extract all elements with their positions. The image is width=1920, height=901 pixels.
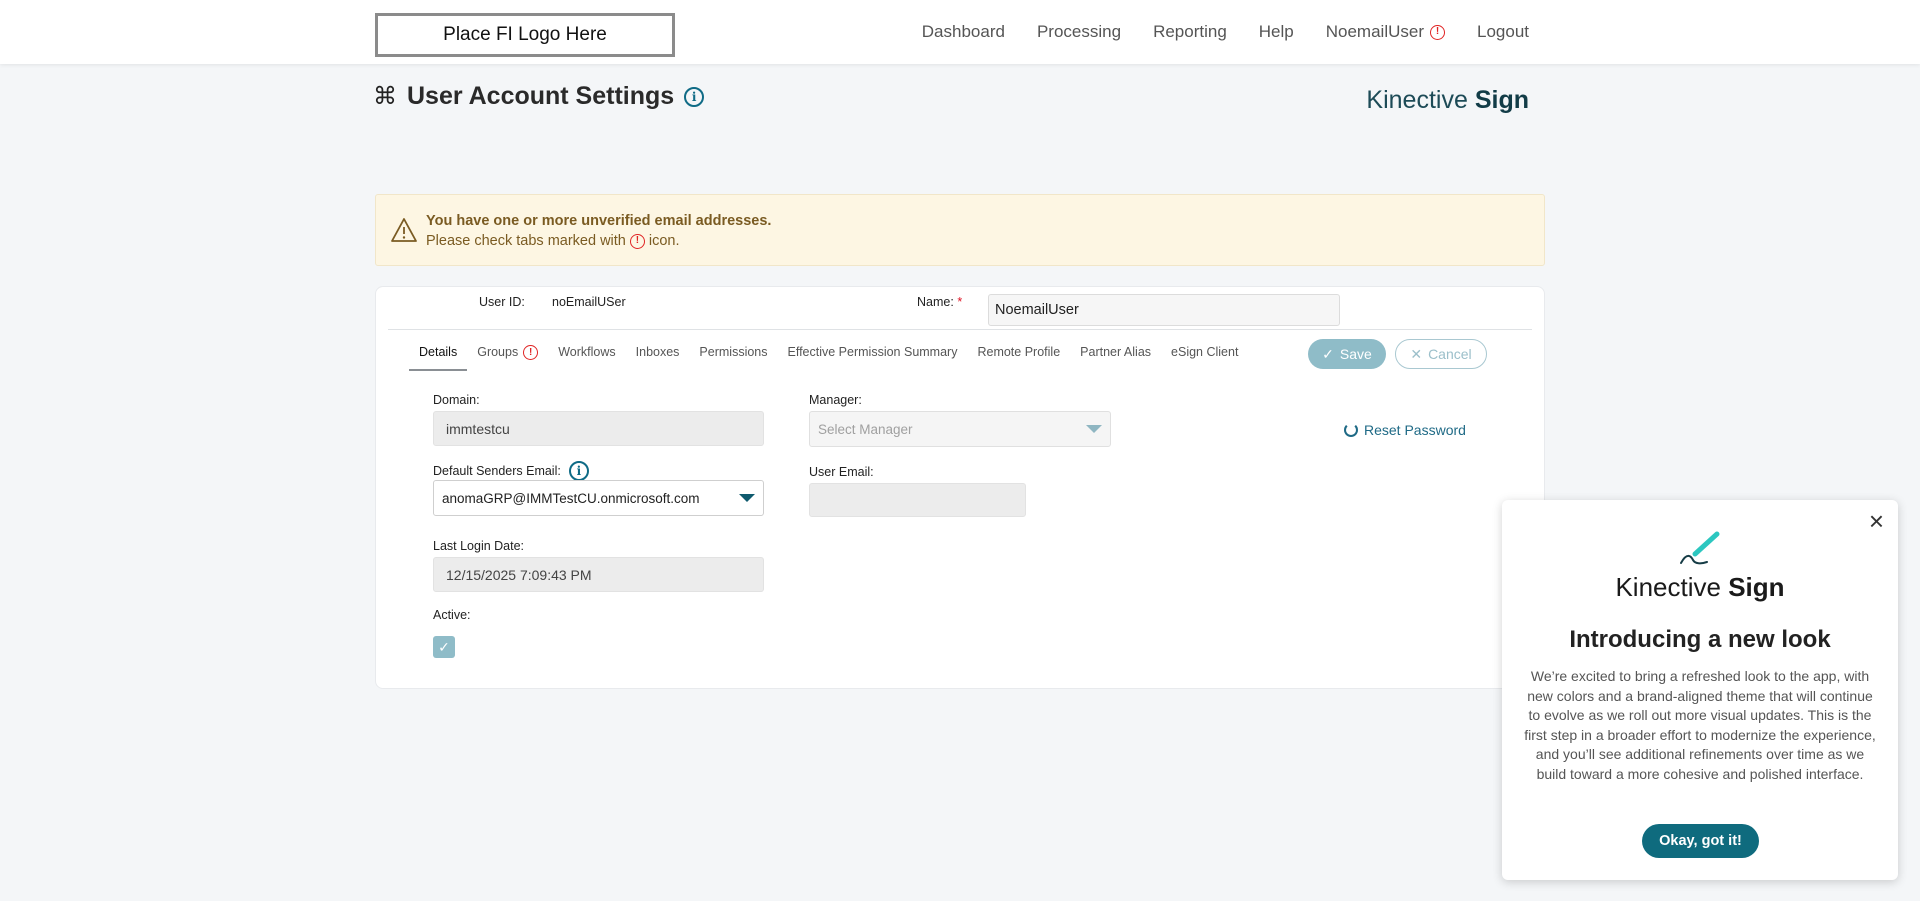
- error-icon: !: [629, 233, 645, 249]
- tab-label: Remote Profile: [977, 345, 1061, 359]
- tab-esign-client[interactable]: eSign Client: [1161, 337, 1248, 371]
- unverified-email-alert: You have one or more unverified email ad…: [375, 194, 1545, 266]
- userid-label: User ID:: [479, 295, 525, 309]
- tab-partner-alias[interactable]: Partner Alias: [1070, 337, 1161, 371]
- nav-user-label: NoemailUser: [1325, 22, 1424, 41]
- reset-password-link[interactable]: Reset Password: [1344, 422, 1466, 438]
- domain-label: Domain:: [433, 393, 480, 407]
- alert-message-suffix: icon.: [648, 233, 680, 249]
- userid-value: noEmailUSer: [552, 295, 626, 309]
- info-icon[interactable]: i: [568, 461, 589, 481]
- user-email-label: User Email:: [809, 465, 874, 479]
- info-icon[interactable]: i: [684, 86, 705, 107]
- manager-placeholder: Select Manager: [818, 421, 913, 437]
- tab-effective-permission-summary[interactable]: Effective Permission Summary: [778, 337, 968, 371]
- tab-details[interactable]: Details: [409, 337, 468, 371]
- brand-light: Kinective: [1366, 86, 1468, 114]
- user-settings-card: User ID: noEmailUSer Name: * Details Gro…: [375, 286, 1545, 689]
- okay-got-it-button[interactable]: Okay, got it!: [1642, 824, 1759, 858]
- tab-permissions[interactable]: Permissions: [689, 337, 777, 371]
- last-login-label: Last Login Date:: [433, 539, 525, 553]
- popup-title: Introducing a new look: [1569, 626, 1831, 653]
- page-title: User Account Settings: [407, 82, 675, 110]
- nav-user-menu[interactable]: NoemailUser !: [1326, 22, 1445, 42]
- reset-icon: [1344, 423, 1358, 437]
- main-nav: Dashboard Processing Reporting Help Noem…: [922, 0, 1529, 64]
- nav-processing[interactable]: Processing: [1037, 22, 1121, 42]
- settings-tabs: Details Groups ! Workflows Inboxes Permi…: [409, 337, 1248, 371]
- name-input[interactable]: [988, 294, 1340, 326]
- alert-message: Please check tabs marked with ! icon.: [426, 233, 680, 249]
- tab-label: Effective Permission Summary: [787, 345, 958, 359]
- active-checkbox[interactable]: ✓: [433, 636, 455, 658]
- alert-message-prefix: Please check tabs marked with: [426, 233, 626, 249]
- error-icon: !: [1430, 24, 1445, 40]
- tab-label: Permissions: [699, 345, 768, 359]
- manager-label: Manager:: [809, 393, 862, 407]
- save-button[interactable]: ✓ Save: [1308, 339, 1386, 369]
- pen-icon: [1680, 531, 1720, 565]
- alert-title: You have one or more unverified email ad…: [426, 213, 772, 229]
- cancel-button[interactable]: ✕ Cancel: [1395, 339, 1487, 369]
- save-label: Save: [1339, 346, 1372, 362]
- domain-field: immtestcu: [433, 411, 764, 446]
- popup-body: We’re excited to bring a refreshed look …: [1524, 668, 1876, 782]
- chevron-down-icon: [1086, 425, 1102, 433]
- tab-groups[interactable]: Groups !: [467, 337, 548, 371]
- header-divider: [388, 329, 1532, 330]
- last-login-field: 12/15/2025 7:09:43 PM: [433, 557, 764, 592]
- popup-brand: Kinective Sign: [1502, 572, 1898, 603]
- tab-label: Workflows: [558, 345, 616, 359]
- default-email-label: Default Senders Email: i: [433, 461, 589, 481]
- nav-logout[interactable]: Logout: [1477, 22, 1529, 42]
- last-login-value: 12/15/2025 7:09:43 PM: [446, 566, 592, 583]
- close-icon[interactable]: ×: [1869, 508, 1884, 534]
- default-email-select[interactable]: anomaGRP@IMMTestCU.onmicrosoft.com: [433, 480, 764, 516]
- cancel-label: Cancel: [1428, 346, 1472, 362]
- popup-brand-bold: Sign: [1728, 572, 1785, 602]
- nav-help[interactable]: Help: [1259, 22, 1294, 42]
- check-icon: ✓: [1322, 345, 1334, 362]
- brand-logo: Kinective Sign: [1366, 86, 1529, 115]
- manager-select[interactable]: Select Manager: [809, 411, 1111, 447]
- tab-label: eSign Client: [1171, 345, 1239, 359]
- check-icon: ✓: [438, 638, 450, 655]
- nav-reporting[interactable]: Reporting: [1153, 22, 1227, 42]
- fi-logo-placeholder[interactable]: Place FI Logo Here: [375, 13, 675, 57]
- tab-remote-profile[interactable]: Remote Profile: [967, 337, 1070, 371]
- new-look-popup: × Kinective Sign Introducing a new look …: [1502, 500, 1898, 880]
- tab-label: Inboxes: [635, 345, 680, 359]
- tab-workflows[interactable]: Workflows: [548, 337, 625, 371]
- command-icon: ⌘: [373, 83, 397, 110]
- required-marker: *: [957, 295, 963, 309]
- chevron-down-icon: [739, 494, 755, 502]
- active-label: Active:: [433, 608, 471, 622]
- default-email-value: anomaGRP@IMMTestCU.onmicrosoft.com: [442, 490, 700, 506]
- brand-bold: Sign: [1474, 86, 1529, 114]
- reset-password-label: Reset Password: [1364, 422, 1466, 438]
- default-email-label-text: Default Senders Email:: [433, 464, 561, 478]
- top-nav-bar: Place FI Logo Here Dashboard Processing …: [0, 0, 1920, 64]
- popup-brand-light: Kinective: [1615, 572, 1721, 602]
- warning-icon: [391, 218, 417, 242]
- tab-inboxes[interactable]: Inboxes: [626, 337, 690, 371]
- page-header: ⌘ User Account Settings i: [373, 82, 705, 111]
- error-icon: !: [523, 345, 539, 360]
- domain-value: immtestcu: [446, 420, 510, 437]
- x-icon: ✕: [1410, 345, 1423, 362]
- tab-label: Groups: [477, 345, 519, 359]
- nav-dashboard[interactable]: Dashboard: [922, 22, 1005, 42]
- user-email-field[interactable]: [809, 483, 1026, 517]
- name-label-text: Name:: [917, 295, 954, 309]
- name-label: Name: *: [917, 295, 962, 309]
- tab-label: Details: [419, 345, 458, 359]
- tab-label: Partner Alias: [1080, 345, 1152, 359]
